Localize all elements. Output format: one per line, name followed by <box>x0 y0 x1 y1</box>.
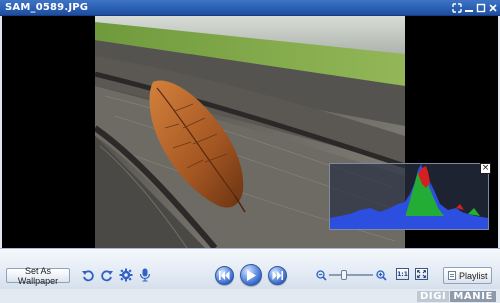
histogram-close-button[interactable]: × <box>480 163 491 174</box>
zoom-out-icon[interactable] <box>315 269 327 281</box>
window-title: SAM_0589.JPG <box>5 2 89 13</box>
fit-to-window-icon[interactable] <box>415 268 428 280</box>
playlist-icon <box>448 271 456 280</box>
title-bar: SAM_0589.JPG <box>0 0 500 16</box>
watermark-part1: DIGI <box>417 290 450 302</box>
minimize-icon[interactable] <box>463 2 475 14</box>
histogram-blue <box>330 164 488 229</box>
settings-icon[interactable] <box>118 267 134 283</box>
play-icon[interactable] <box>240 264 262 286</box>
zoom-slider-track[interactable] <box>329 274 373 276</box>
actual-size-button[interactable]: 1:1 <box>396 268 409 280</box>
microphone-icon[interactable] <box>138 267 152 283</box>
set-as-wallpaper-button[interactable]: Set As Wallpaper <box>6 266 70 286</box>
playlist-label: Playlist <box>459 270 488 281</box>
zoom-slider-thumb[interactable] <box>341 270 347 280</box>
fullscreen-icon[interactable] <box>451 2 463 14</box>
previous-icon[interactable] <box>215 266 234 285</box>
toolbar: Set As Wallpaper 1:1 Playlist <box>0 248 500 289</box>
maximize-icon[interactable] <box>475 2 487 14</box>
next-icon[interactable] <box>268 266 287 285</box>
rotate-left-icon[interactable] <box>80 267 96 283</box>
close-icon[interactable] <box>487 2 499 14</box>
zoom-in-icon[interactable] <box>375 269 387 281</box>
watermark-logo: DIGI MANIE <box>417 290 496 302</box>
histogram-panel <box>329 163 489 230</box>
rotate-right-icon[interactable] <box>99 267 115 283</box>
footer-strip: DIGI MANIE <box>0 289 500 303</box>
watermark-part2: MANIE <box>450 290 496 302</box>
playlist-button[interactable]: Playlist <box>443 267 492 284</box>
